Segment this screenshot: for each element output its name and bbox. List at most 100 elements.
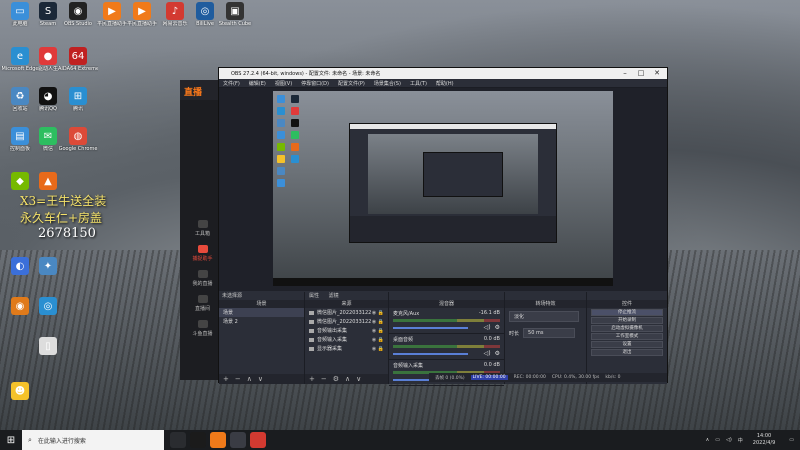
source-label: 微信图片_2022033122	[317, 319, 372, 325]
nav-icon	[197, 295, 208, 303]
duration-input[interactable]: 50 ms	[523, 328, 576, 338]
desktop-icon[interactable]: 64 AIDA64 Extreme	[58, 47, 98, 72]
obs-menu-item[interactable]: 停靠窗口(D)	[301, 80, 329, 87]
desktop-icon-label: Google Chrome	[58, 146, 98, 152]
obs-menu-item[interactable]: 场景集合(S)	[374, 80, 401, 87]
desktop-icon[interactable]: ◎	[28, 297, 68, 316]
visibility-lock-icon[interactable]: ◉ 🔒	[372, 337, 384, 343]
volume-slider[interactable]	[393, 352, 468, 355]
scene-item[interactable]: 场景	[219, 308, 304, 317]
up-icon[interactable]: ∧	[247, 375, 252, 383]
obs-title: OBS 27.2.4 (64-bit, windows) - 配置文件: 未命名…	[231, 71, 381, 77]
remove-source-icon[interactable]: −	[321, 375, 327, 383]
desktop-app-icon: ♻	[11, 87, 29, 105]
control-button[interactable]: 启动虚拟摄像机	[591, 325, 663, 332]
add-source-icon[interactable]: +	[309, 375, 315, 383]
volume-slider[interactable]	[393, 326, 468, 329]
speaker-icon[interactable]: ◁)	[484, 350, 491, 357]
mixer-channel: 麦克风/Aux -16.1 dB ◁) ⚙	[389, 308, 504, 334]
control-button[interactable]: 设置	[591, 341, 663, 348]
live-assistant-taskbar-icon[interactable]	[210, 432, 226, 448]
source-type-icon	[309, 328, 314, 333]
preview-nested-obs	[349, 123, 557, 243]
control-button[interactable]: 工作室模式	[591, 333, 663, 340]
properties-button[interactable]: 属性	[309, 293, 319, 299]
gear-icon[interactable]: ⚙	[495, 350, 500, 357]
up-icon[interactable]: ∧	[345, 375, 350, 383]
down-icon[interactable]: ∨	[258, 375, 263, 383]
speaker-icon[interactable]: ◁)	[484, 324, 491, 331]
obs-statusbar: 丢帧 0 (0.0%) LIVE: 00:00:00 REC: 00:00:00…	[429, 373, 667, 382]
obs-taskbar-icon[interactable]	[190, 432, 206, 448]
notification-icon[interactable]: ▭	[789, 437, 794, 443]
obs-menu-item[interactable]: 视图(V)	[275, 80, 292, 87]
settings-icon[interactable]: ⚙	[333, 375, 339, 383]
obs-docks: 未选择源 场景 场景 场景 2 + − ∧ ∨ 属性 滤镜 来源 微信图片_202203…	[219, 292, 667, 386]
control-button[interactable]: 退出	[591, 349, 663, 356]
desktop-app-icon: ▶	[103, 2, 121, 20]
transition-select[interactable]: 淡化	[509, 311, 579, 322]
desktop-app-icon: S	[39, 2, 57, 20]
desktop-app-icon: ♪	[166, 2, 184, 20]
obs-menu-item[interactable]: 文件(F)	[223, 80, 240, 87]
visibility-lock-icon[interactable]: ◉ 🔒	[372, 346, 384, 352]
visibility-lock-icon[interactable]: ◉ 🔒	[372, 310, 384, 316]
visibility-lock-icon[interactable]: ◉ 🔒	[372, 328, 384, 334]
taskbar: ⊞ ⌕ 在此输入进行搜索 ∧ ▭ ◁) 中 14:00 2022/4/9 ▭	[0, 430, 800, 450]
desktop-icon[interactable]: ▯	[28, 337, 68, 356]
source-type-icon	[309, 346, 314, 351]
filters-button[interactable]: 滤镜	[329, 293, 339, 299]
obs-menu-item[interactable]: 编辑(E)	[249, 80, 266, 87]
ime-indicator[interactable]: 中	[738, 437, 743, 444]
source-item[interactable]: 音频输出采集 ◉ 🔒	[305, 326, 388, 335]
obs-titlebar[interactable]: OBS 27.2.4 (64-bit, windows) - 配置文件: 未命名…	[219, 68, 667, 79]
scene-item[interactable]: 场景 2	[219, 317, 304, 326]
desktop-icon[interactable]: ☻	[0, 382, 40, 401]
desktop-icon[interactable]: ▣ Stealth Cube	[215, 2, 255, 27]
source-item[interactable]: 微信图片_2022033122 ◉ 🔒	[305, 317, 388, 326]
gear-icon[interactable]: ⚙	[495, 324, 500, 331]
mixer-channel: 桌面音频 0.0 dB ◁) ⚙	[389, 334, 504, 360]
desktop-app-icon: ◉	[69, 2, 87, 20]
desktop-icon[interactable]: ✦	[28, 257, 68, 276]
source-item[interactable]: 微信图片_2022033122 ◉ 🔒	[305, 308, 388, 317]
control-button[interactable]: 开始录制	[591, 317, 663, 324]
down-icon[interactable]: ∨	[356, 375, 361, 383]
obs-menu-item[interactable]: 配置文件(P)	[338, 80, 365, 87]
obs-window: OBS 27.2.4 (64-bit, windows) - 配置文件: 未命名…	[218, 67, 668, 386]
clock[interactable]: 14:00 2022/4/9	[753, 433, 775, 447]
desktop-app-icon: ◎	[39, 297, 57, 315]
desktop-app-icon: ☻	[11, 382, 29, 400]
desktop-icon[interactable]: ⊞ 腾讯	[58, 87, 98, 112]
desktop-app-icon: ▣	[226, 2, 244, 20]
maximize-icon[interactable]: □	[633, 68, 649, 79]
desktop-app-icon: ◐	[11, 257, 29, 275]
network-icon[interactable]: ▭	[715, 437, 720, 443]
minimize-icon[interactable]: –	[617, 68, 633, 79]
taskbar-search[interactable]: ⌕ 在此输入进行搜索	[22, 430, 164, 450]
overlay-text-line2: 永久车仁+房盖	[20, 211, 103, 225]
close-icon[interactable]: ✕	[649, 68, 665, 79]
obs-menu-item[interactable]: 工具(T)	[410, 80, 427, 87]
source-item[interactable]: 显示器采集 ◉ 🔒	[305, 344, 388, 353]
scenes-dock: 未选择源 场景 场景 场景 2 + − ∧ ∨	[219, 292, 305, 384]
obs-menu-item[interactable]: 帮助(H)	[436, 80, 454, 87]
volume-icon[interactable]: ◁)	[726, 437, 732, 443]
windows-start-icon[interactable]: ⊞	[0, 435, 22, 446]
desktop-app-icon: ◕	[39, 87, 57, 105]
source-type-icon	[309, 310, 314, 315]
tray-arrow-icon[interactable]: ∧	[706, 437, 710, 443]
source-list: 微信图片_2022033122 ◉ 🔒 微信图片_2022033122 ◉ 🔒 音频输出…	[305, 308, 388, 353]
source-item[interactable]: 音频输入采集 ◉ 🔒	[305, 335, 388, 344]
remove-icon[interactable]: −	[235, 375, 241, 383]
desktop-icon[interactable]: ◍ Google Chrome	[58, 127, 98, 152]
source-label: 音频输出采集	[317, 328, 348, 334]
netease-music-taskbar-icon[interactable]	[250, 432, 266, 448]
desktop-icon[interactable]: ▲	[28, 172, 68, 191]
app-taskbar-icon[interactable]	[230, 432, 246, 448]
control-button[interactable]: 停止推流	[591, 309, 663, 316]
add-icon[interactable]: +	[223, 375, 229, 383]
task-view-icon[interactable]	[170, 432, 186, 448]
visibility-lock-icon[interactable]: ◉ 🔒	[372, 319, 384, 325]
obs-preview[interactable]	[273, 91, 613, 286]
